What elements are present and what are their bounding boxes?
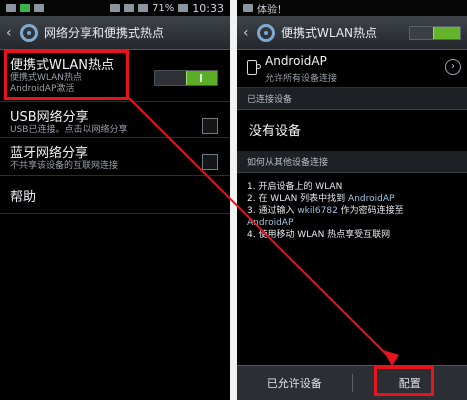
usb-tethering-item[interactable]: USB网络分享 USB已连接。点击以网络分享 [0, 102, 230, 138]
bluetooth-tethering-item[interactable]: 蓝牙网络分享 不共享该设备的互联网连接 [0, 138, 230, 176]
item-title: 帮助 [10, 190, 37, 205]
wlan-hotspot-highlight [4, 50, 129, 100]
status-notice: 体验！ [257, 4, 287, 16]
hotspot-subtitle: 允许所有设备连接 [265, 74, 338, 84]
ssid-link: AndroidAP [348, 194, 395, 204]
step-3: 3. 通过输入 wkil6782 作为密码连接至 [247, 206, 404, 216]
wlan-hotspot-toggle[interactable] [154, 70, 218, 86]
step-3-ssid: AndroidAP [247, 218, 294, 228]
wifi-icon [124, 4, 135, 12]
configure-highlight [374, 366, 434, 396]
no-devices-text: 没有设备 [249, 124, 302, 139]
app-icon [34, 4, 44, 12]
alarm-icon [110, 4, 121, 12]
battery-icon [178, 4, 189, 12]
hotspot-master-toggle[interactable] [409, 25, 461, 40]
bluetooth-tethering-checkbox[interactable] [202, 154, 218, 170]
signal-icon [138, 4, 149, 12]
how-to-connect-header: 如何从其他设备连接 [237, 151, 467, 173]
tutorial-screenshot: 71% 10:33 ‹ 网络分享和便携式热点 便携式WLAN热点 便携式WLAN… [0, 0, 467, 400]
back-icon[interactable]: ‹ [243, 25, 255, 41]
allowed-devices-button[interactable]: 已允许设备 [237, 375, 352, 391]
chevron-right-icon[interactable]: › [445, 59, 461, 75]
connection-steps: 1. 开启设备上的 WLAN 2. 在 WLAN 列表中找到 AndroidAP… [237, 173, 467, 241]
gear-icon [20, 23, 38, 42]
step-2: 2. 在 WLAN 列表中找到 AndroidAP [247, 194, 395, 204]
battery-percent: 71% [152, 2, 175, 14]
item-subtitle: 不共享该设备的互联网连接 [10, 161, 119, 171]
notice-icon [243, 4, 253, 12]
gear-icon [257, 23, 275, 42]
step-1: 1. 开启设备上的 WLAN [247, 182, 343, 192]
page-header: ‹ 网络分享和便携式热点 [0, 16, 230, 50]
phone-hotspot-icon [247, 60, 261, 75]
hotspot-network-row[interactable]: AndroidAP 允许所有设备连接 › [237, 50, 467, 88]
page-title: 网络分享和便携式热点 [44, 26, 165, 40]
portable-hotspot-screen: 体验！ ‹ 便携式WLAN热点 AndroidAP 允许所有设备连接 › 已连接… [237, 0, 467, 400]
connected-devices-header: 已连接设备 [237, 88, 467, 110]
page-header: ‹ 便携式WLAN热点 [237, 16, 467, 50]
password-link: wkil6782 [297, 206, 338, 216]
item-title: USB网络分享 [10, 110, 89, 125]
hotspot-name: AndroidAP [265, 54, 327, 68]
status-bar: 71% 10:33 [0, 0, 230, 16]
page-title: 便携式WLAN热点 [281, 26, 378, 40]
item-subtitle: USB已连接。点击以网络分享 [10, 125, 128, 135]
item-title: 蓝牙网络分享 [10, 146, 89, 161]
help-item[interactable]: 帮助 [0, 176, 230, 214]
tethering-settings-screen: 71% 10:33 ‹ 网络分享和便携式热点 便携式WLAN热点 便携式WLAN… [0, 0, 230, 400]
usb-tethering-checkbox[interactable] [202, 118, 218, 134]
status-bar: 体验！ [237, 0, 467, 16]
usb-icon [6, 4, 16, 12]
step-4: 4. 使用移动 WLAN 热点享受互联网 [247, 230, 391, 240]
notification-icon [20, 4, 30, 12]
clock: 10:33 [192, 1, 224, 15]
back-icon[interactable]: ‹ [6, 25, 18, 41]
